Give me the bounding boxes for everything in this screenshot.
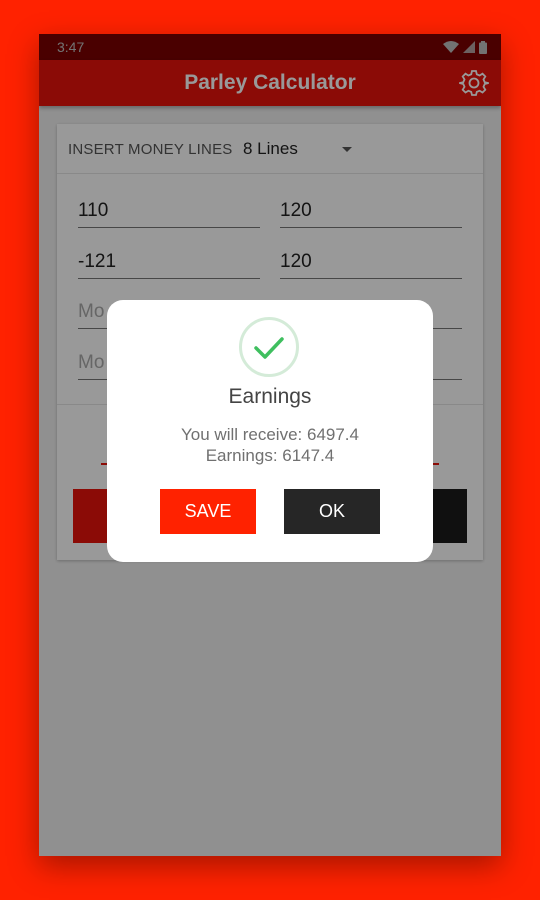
receive-amount: You will receive: 6497.4 xyxy=(181,425,359,444)
save-button[interactable]: SAVE xyxy=(160,489,256,534)
status-bar-dim xyxy=(39,34,501,60)
ok-button[interactable]: OK xyxy=(284,489,380,534)
dialog-title: Earnings xyxy=(228,385,312,408)
earnings-amount: Earnings: 6147.4 xyxy=(205,446,335,465)
earnings-dialog: Earnings You will receive: 6497.4 Earnin… xyxy=(107,300,433,562)
phone-screen: 3:47 Parley Calculator INSERT MONEY LINE… xyxy=(39,34,501,856)
success-circle xyxy=(239,317,299,377)
check-icon xyxy=(254,337,284,359)
